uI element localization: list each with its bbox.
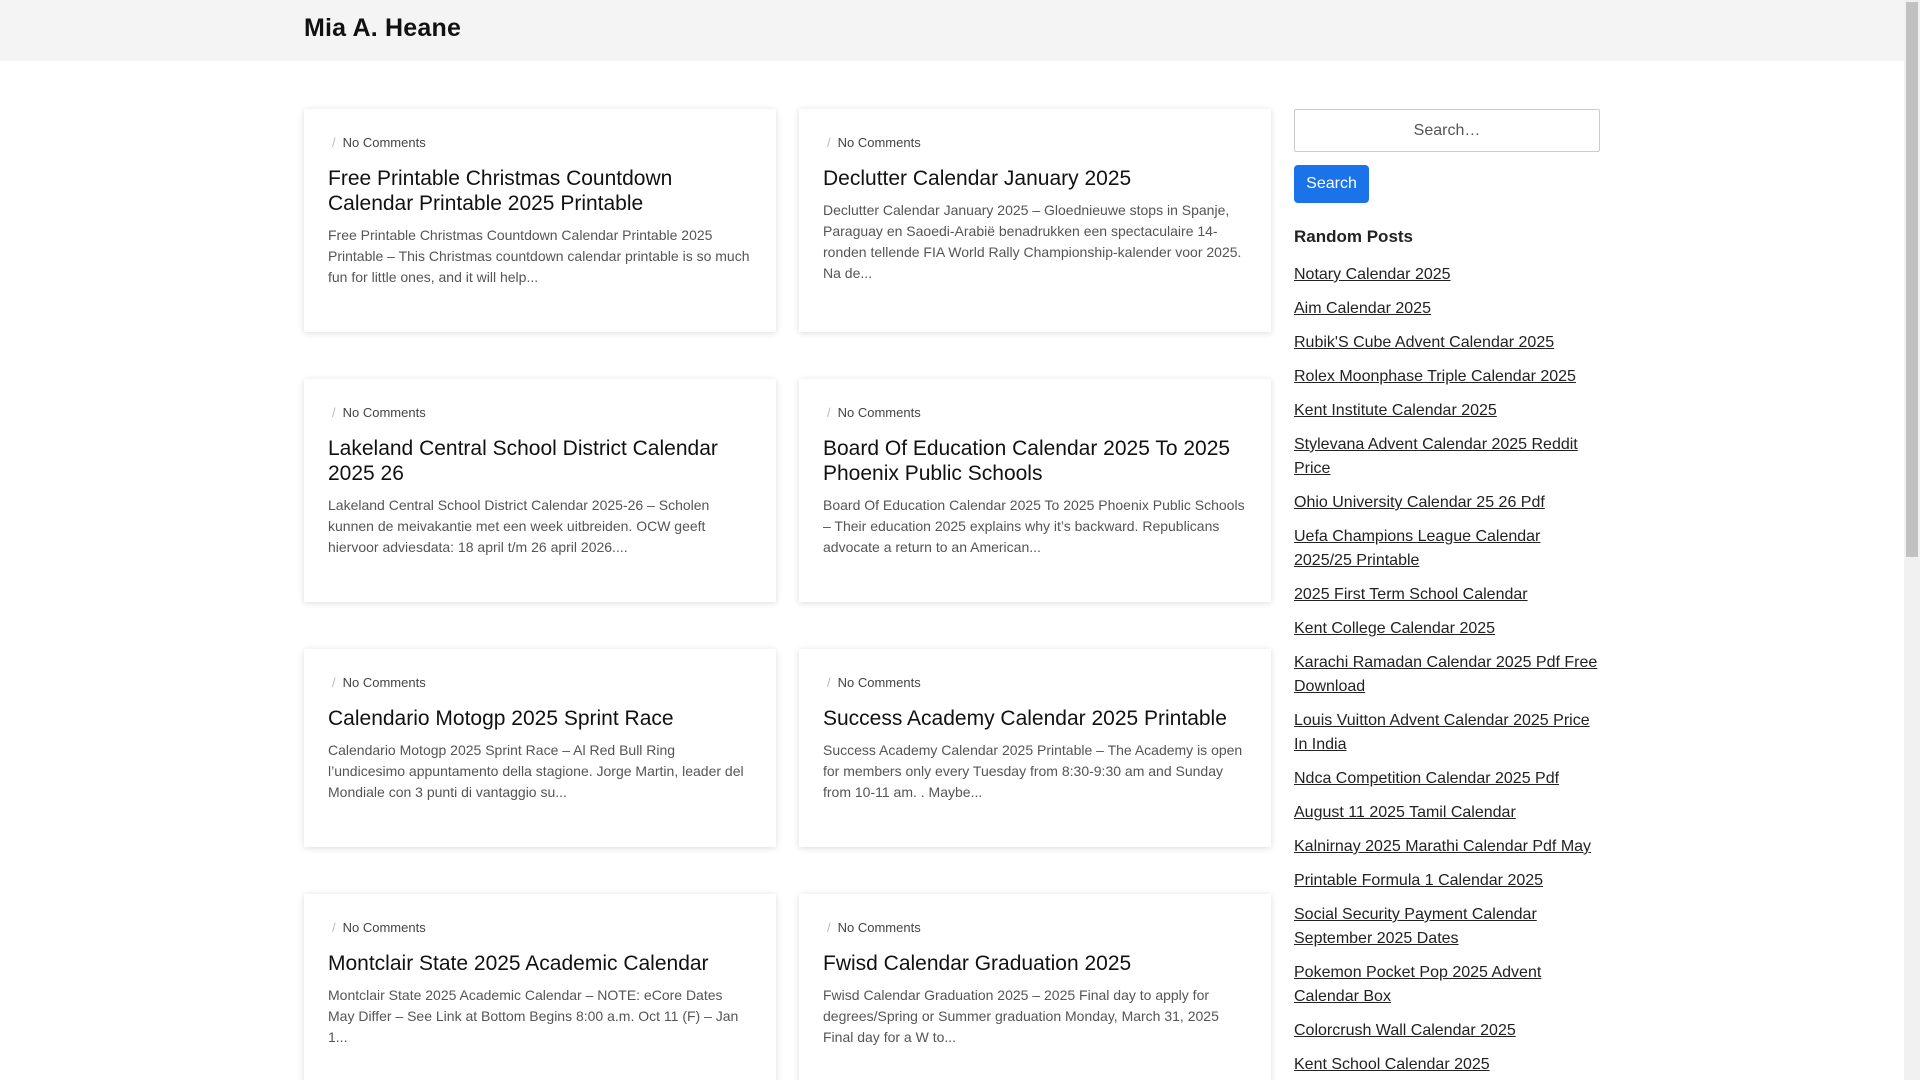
list-item: Rubik'S Cube Advent Calendar 2025 <box>1294 331 1600 355</box>
post-grid: / No Comments Free Printable Christmas Co… <box>304 109 1271 1080</box>
post-meta: / No Comments <box>823 133 1247 151</box>
comments-link[interactable]: No Comments <box>838 920 921 935</box>
list-item: Kent School Calendar 2025 <box>1294 1053 1600 1077</box>
meta-separator: / <box>332 134 336 150</box>
list-item: Rolex Moonphase Triple Calendar 2025 <box>1294 365 1600 389</box>
random-post-link[interactable]: Colorcrush Wall Calendar 2025 <box>1294 1022 1516 1039</box>
post-excerpt: Free Printable Christmas Countdown Calen… <box>328 227 750 285</box>
post-excerpt: Lakeland Central School District Calenda… <box>328 497 710 555</box>
random-post-link[interactable]: Notary Calendar 2025 <box>1294 266 1451 283</box>
post-title[interactable]: Success Academy Calendar 2025 Printable <box>823 706 1247 731</box>
list-item: Colorcrush Wall Calendar 2025 <box>1294 1019 1600 1043</box>
post-meta: / No Comments <box>328 673 752 691</box>
post-title[interactable]: Calendario Motogp 2025 Sprint Race <box>328 706 752 731</box>
random-post-link[interactable]: Rolex Moonphase Triple Calendar 2025 <box>1294 368 1576 385</box>
search-input[interactable] <box>1294 109 1600 152</box>
search-button[interactable]: Search <box>1294 165 1369 203</box>
page: Mia A. Heane / No Comments Free Printable… <box>0 0 1920 1080</box>
list-item: Notary Calendar 2025 <box>1294 263 1600 287</box>
list-item: Aim Calendar 2025 <box>1294 297 1600 321</box>
comments-link[interactable]: No Comments <box>343 675 426 690</box>
list-item: Uefa Champions League Calendar 2025/25 P… <box>1294 525 1600 573</box>
random-post-link[interactable]: Kent Institute Calendar 2025 <box>1294 402 1497 419</box>
random-post-link[interactable]: Uefa Champions League Calendar 2025/25 P… <box>1294 528 1540 569</box>
comments-link[interactable]: No Comments <box>343 135 426 150</box>
post-excerpt: Declutter Calendar January 2025 – Gloedn… <box>823 202 1242 281</box>
random-post-link[interactable]: Social Security Payment Calendar Septemb… <box>1294 906 1537 947</box>
post-meta: / No Comments <box>328 133 752 151</box>
list-item: Ohio University Calendar 25 26 Pdf <box>1294 491 1600 515</box>
post-excerpt: Montclair State 2025 Academic Calendar –… <box>328 987 739 1045</box>
list-item: Kent College Calendar 2025 <box>1294 617 1600 641</box>
random-post-link[interactable]: Kent College Calendar 2025 <box>1294 620 1495 637</box>
random-post-link[interactable]: Pokemon Pocket Pop 2025 Advent Calendar … <box>1294 964 1541 1005</box>
sidebar: Search Random Posts Notary Calendar 2025… <box>1294 109 1600 1080</box>
random-post-link[interactable]: Aim Calendar 2025 <box>1294 300 1431 317</box>
random-posts-heading: Random Posts <box>1294 227 1414 246</box>
scrollbar-thumb[interactable] <box>1906 2 1918 557</box>
post-card: / No Comments Success Academy Calendar 20… <box>799 649 1271 847</box>
random-post-link[interactable]: Ohio University Calendar 25 26 Pdf <box>1294 494 1545 511</box>
random-post-link[interactable]: Stylevana Advent Calendar 2025 Reddit Pr… <box>1294 436 1578 477</box>
random-post-link[interactable]: Printable Formula 1 Calendar 2025 <box>1294 872 1543 889</box>
post-excerpt: Board Of Education Calendar 2025 To 2025… <box>823 497 1245 555</box>
post-card: / No Comments Lakeland Central School Dis… <box>304 379 776 602</box>
post-meta: / No Comments <box>823 673 1247 691</box>
random-post-link[interactable]: Kent School Calendar 2025 <box>1294 1056 1490 1073</box>
site-header: Mia A. Heane <box>0 0 1904 61</box>
list-item: Printable Formula 1 Calendar 2025 <box>1294 869 1600 893</box>
meta-separator: / <box>332 919 336 935</box>
comments-link[interactable]: No Comments <box>343 405 426 420</box>
meta-separator: / <box>332 674 336 690</box>
comments-link[interactable]: No Comments <box>838 405 921 420</box>
post-card: / No Comments Fwisd Calendar Graduation 2… <box>799 894 1271 1080</box>
post-meta: / No Comments <box>823 403 1247 421</box>
random-post-link[interactable]: Karachi Ramadan Calendar 2025 Pdf Free D… <box>1294 654 1597 695</box>
site-title[interactable]: Mia A. Heane <box>304 14 461 43</box>
post-excerpt: Calendario Motogp 2025 Sprint Race – Al … <box>328 742 744 800</box>
random-post-link[interactable]: August 11 2025 Tamil Calendar <box>1294 804 1516 821</box>
comments-link[interactable]: No Comments <box>343 920 426 935</box>
list-item: Karachi Ramadan Calendar 2025 Pdf Free D… <box>1294 651 1600 699</box>
meta-separator: / <box>827 134 831 150</box>
list-item: Pokemon Pocket Pop 2025 Advent Calendar … <box>1294 961 1600 1009</box>
post-title[interactable]: Fwisd Calendar Graduation 2025 <box>823 951 1247 976</box>
post-meta: / No Comments <box>823 918 1247 936</box>
list-item: Kent Institute Calendar 2025 <box>1294 399 1600 423</box>
post-card: / No Comments Free Printable Christmas Co… <box>304 109 776 332</box>
random-post-link[interactable]: Ndca Competition Calendar 2025 Pdf <box>1294 770 1559 787</box>
comments-link[interactable]: No Comments <box>838 135 921 150</box>
post-title[interactable]: Free Printable Christmas Countdown Calen… <box>328 166 752 216</box>
random-post-link[interactable]: 2025 First Term School Calendar <box>1294 586 1528 603</box>
random-post-link[interactable]: Rubik'S Cube Advent Calendar 2025 <box>1294 334 1554 351</box>
post-title[interactable]: Board Of Education Calendar 2025 To 2025… <box>823 436 1247 486</box>
post-meta: / No Comments <box>328 918 752 936</box>
post-title[interactable]: Lakeland Central School District Calenda… <box>328 436 752 486</box>
post-excerpt: Fwisd Calendar Graduation 2025 – 2025 Fi… <box>823 987 1219 1045</box>
meta-separator: / <box>827 919 831 935</box>
post-card: / No Comments Declutter Calendar January … <box>799 109 1271 332</box>
page-scrollbar[interactable] <box>1904 0 1920 1080</box>
comments-link[interactable]: No Comments <box>838 675 921 690</box>
list-item: Ndca Competition Calendar 2025 Pdf <box>1294 767 1600 791</box>
random-post-link[interactable]: Louis Vuitton Advent Calendar 2025 Price… <box>1294 712 1590 753</box>
list-item: 2025 First Term School Calendar <box>1294 583 1600 607</box>
meta-separator: / <box>827 674 831 690</box>
post-card: / No Comments Board Of Education Calendar… <box>799 379 1271 602</box>
list-item: August 11 2025 Tamil Calendar <box>1294 801 1600 825</box>
list-item: Stylevana Advent Calendar 2025 Reddit Pr… <box>1294 433 1600 481</box>
random-posts-list: Notary Calendar 2025 Aim Calendar 2025 R… <box>1294 263 1600 1077</box>
post-title[interactable]: Montclair State 2025 Academic Calendar <box>328 951 752 976</box>
post-title[interactable]: Declutter Calendar January 2025 <box>823 166 1247 191</box>
list-item: Social Security Payment Calendar Septemb… <box>1294 903 1600 951</box>
post-card: / No Comments Montclair State 2025 Academ… <box>304 894 776 1080</box>
post-meta: / No Comments <box>328 403 752 421</box>
meta-separator: / <box>332 404 336 420</box>
meta-separator: / <box>827 404 831 420</box>
list-item: Louis Vuitton Advent Calendar 2025 Price… <box>1294 709 1600 757</box>
random-post-link[interactable]: Kalnirnay 2025 Marathi Calendar Pdf May <box>1294 838 1591 855</box>
post-card: / No Comments Calendario Motogp 2025 Spri… <box>304 649 776 847</box>
list-item: Kalnirnay 2025 Marathi Calendar Pdf May <box>1294 835 1600 859</box>
post-excerpt: Success Academy Calendar 2025 Printable … <box>823 742 1243 800</box>
